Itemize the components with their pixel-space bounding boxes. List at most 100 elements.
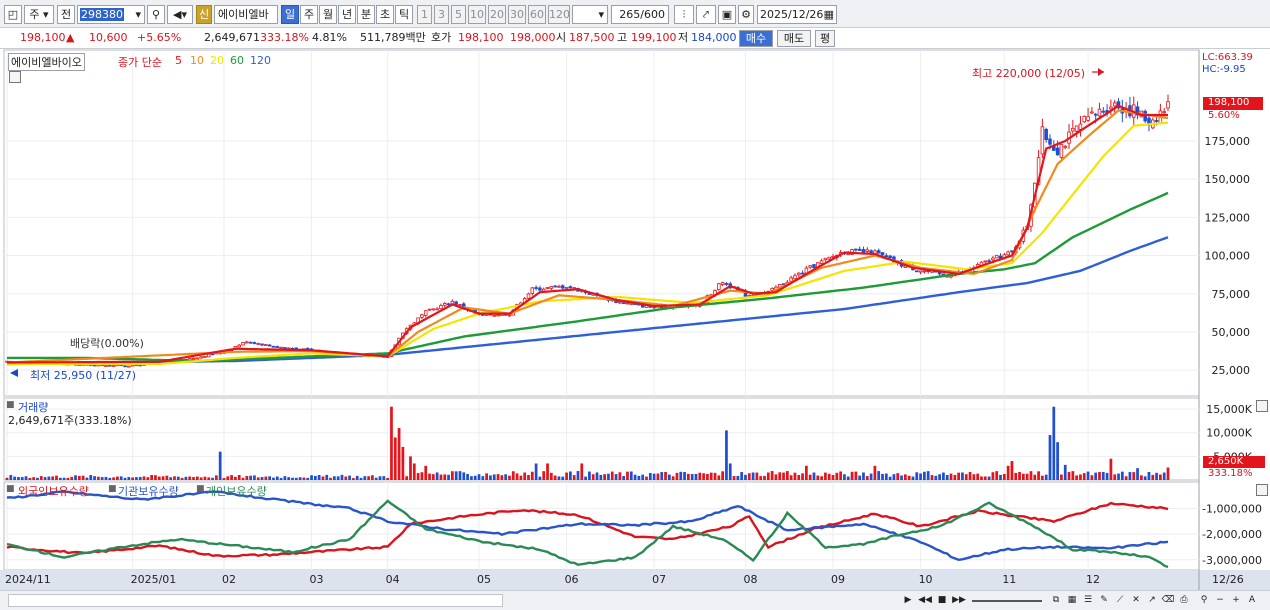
volume-bar (667, 474, 671, 480)
candle-body (279, 346, 283, 349)
volume-bar (237, 474, 241, 480)
volume-bar (17, 476, 20, 480)
volume-bar (439, 474, 443, 480)
volume-bar (652, 473, 656, 480)
volume-bar (119, 476, 123, 480)
volume-bar (302, 477, 306, 480)
volume-panel-close-icon[interactable] (1256, 400, 1268, 412)
chart-stock-name[interactable]: 에이비엘바이오 (8, 53, 85, 71)
volume-bar (835, 472, 839, 480)
volume-bar (824, 472, 827, 480)
candle-body (827, 256, 831, 260)
volume-bar (108, 477, 112, 480)
volume-bar (801, 473, 804, 480)
x-tick-label: 09 (831, 573, 845, 586)
x-tick-label: 2024/11 (5, 573, 51, 586)
hc-label: HC:-9.95 (1202, 64, 1246, 75)
candle-body (621, 302, 626, 305)
candle-body (1059, 144, 1064, 158)
volume-bar (287, 477, 291, 480)
legend-foreign: 외국인보유수량 (18, 485, 89, 498)
price-tick-label: 125,000 (1205, 211, 1251, 224)
volume-bar (789, 475, 793, 480)
candle-body (245, 341, 249, 344)
volume-bar (1117, 473, 1120, 480)
print-icon[interactable]: ⎙ (1176, 593, 1192, 609)
candle-body (800, 272, 805, 275)
volume-bar (1006, 465, 1010, 480)
rewind-icon[interactable]: ◀◀ (917, 593, 933, 609)
volume-bar (1067, 471, 1071, 480)
zoom-out-icon[interactable]: − (1212, 593, 1228, 609)
volume-bar (911, 476, 915, 480)
erase-icon[interactable]: ⌫ (1160, 593, 1176, 609)
candle-body (983, 260, 988, 263)
volume-bar (496, 474, 500, 480)
volume-bar (245, 475, 249, 480)
draw-icon[interactable]: ✎ (1096, 593, 1112, 609)
volume-bar (1048, 435, 1052, 480)
volume-bar (930, 475, 934, 480)
candle-body (918, 270, 923, 273)
volume-bar (740, 472, 744, 480)
font-size-icon[interactable]: A (1244, 593, 1260, 609)
candle-body (618, 301, 622, 304)
zoom-slider[interactable] (972, 600, 1042, 602)
zoom-icon[interactable]: ⚲ (1196, 593, 1212, 609)
volume-bar (964, 474, 968, 480)
volume-bar (519, 475, 523, 480)
volume-bar (1159, 474, 1162, 480)
candle-body (1071, 128, 1075, 132)
candle-body (264, 344, 268, 346)
volume-bar (401, 446, 405, 480)
volume-bar (138, 476, 142, 480)
volume-bar (386, 477, 390, 480)
volume-bar (523, 472, 527, 480)
x-tick-label-last: 12/26 (1212, 573, 1244, 586)
zoom-in-icon[interactable]: + (1228, 593, 1244, 609)
high-annotation: 최고 220,000 (12/05) (972, 67, 1086, 80)
volume-bar (892, 474, 896, 480)
stop-icon[interactable]: ■ (934, 593, 950, 609)
price-tick-label: 50,000 (1212, 326, 1251, 339)
candle-body (294, 347, 299, 350)
scroll-track[interactable] (8, 594, 503, 607)
legend-institution: 기관보유수량 (118, 485, 179, 498)
volume-bar (1155, 472, 1158, 480)
grid-icon[interactable]: ▦ (1064, 593, 1080, 609)
volume-bar (546, 463, 549, 480)
line-tool-icon[interactable]: ⟋ (1112, 593, 1128, 609)
volume-bar (500, 475, 504, 480)
candle-body (1162, 111, 1166, 114)
volume-bar (626, 471, 629, 480)
volume-bar (1101, 471, 1105, 480)
volume-bar (934, 475, 938, 480)
volume-bar (352, 478, 355, 480)
scroll-right-icon[interactable]: ▶ (900, 593, 916, 609)
volume-bar (915, 472, 919, 480)
candle-body (857, 248, 862, 251)
volume-bar (340, 474, 344, 480)
volume-bar (62, 477, 66, 480)
volume-bar (1105, 472, 1109, 480)
volume-bar (618, 472, 622, 480)
price-panel (3, 49, 1200, 397)
x-tick-label: 07 (652, 573, 666, 586)
table-icon[interactable]: ☰ (1080, 593, 1096, 609)
candle-body (1090, 111, 1094, 114)
fast-forward-icon[interactable]: ▶▶ (951, 593, 967, 609)
volume-bar (633, 474, 637, 480)
volume-bar (313, 475, 317, 480)
volume-bar (81, 475, 85, 480)
volume-bar (96, 476, 100, 480)
arrow-tool-icon[interactable]: ↗ (1144, 593, 1160, 609)
volume-bar (424, 465, 428, 480)
volume-bar (896, 473, 900, 480)
volume-bar (74, 475, 77, 480)
volume-bar (279, 477, 283, 480)
volume-bar (1113, 474, 1117, 480)
grid-toggle-icon[interactable] (9, 71, 21, 83)
cross-icon[interactable]: ✕ (1128, 593, 1144, 609)
layout-icon[interactable]: ⧉ (1048, 593, 1064, 609)
holdings-panel-close-icon[interactable] (1256, 484, 1268, 496)
